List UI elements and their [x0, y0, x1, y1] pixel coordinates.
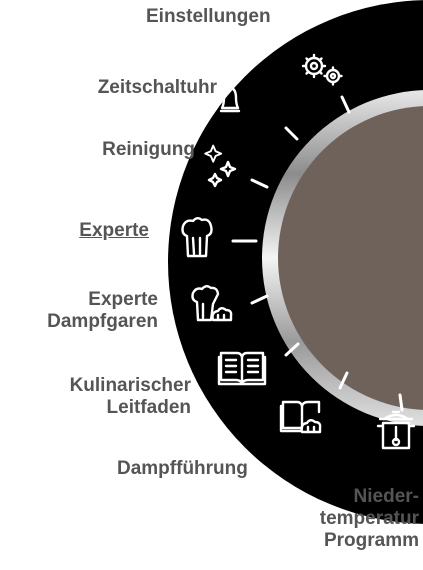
label-kulinarischer-leitfaden-line1: Kulinarischer: [69, 375, 191, 396]
label-einstellungen[interactable]: Einstellungen: [146, 6, 271, 28]
label-kulinarischer-leitfaden[interactable]: Kulinarischer Leitfaden: [70, 375, 191, 419]
label-niedertemperatur-line1: Nieder-: [353, 486, 419, 507]
label-kulinarischer-leitfaden-line2: Leitfaden: [106, 397, 191, 418]
label-niedertemperatur-programm[interactable]: Nieder- temperatur Programm: [320, 486, 419, 552]
label-experte-dampfgaren-line1: Experte: [88, 289, 158, 310]
label-experte[interactable]: Experte: [79, 220, 149, 242]
label-reinigung[interactable]: Reinigung: [102, 139, 195, 161]
label-experte-dampfgaren[interactable]: Experte Dampfgaren: [47, 289, 158, 333]
label-dampffuehrung[interactable]: Dampfführung: [117, 458, 248, 480]
label-experte-dampfgaren-line2: Dampfgaren: [47, 311, 158, 332]
label-zeitschaltuhr[interactable]: Zeitschaltuhr: [98, 77, 217, 99]
tick-niedertemperatur: [398, 393, 404, 412]
label-niedertemperatur-line2: temperatur: [319, 508, 419, 529]
label-niedertemperatur-line3: Programm: [323, 530, 419, 551]
